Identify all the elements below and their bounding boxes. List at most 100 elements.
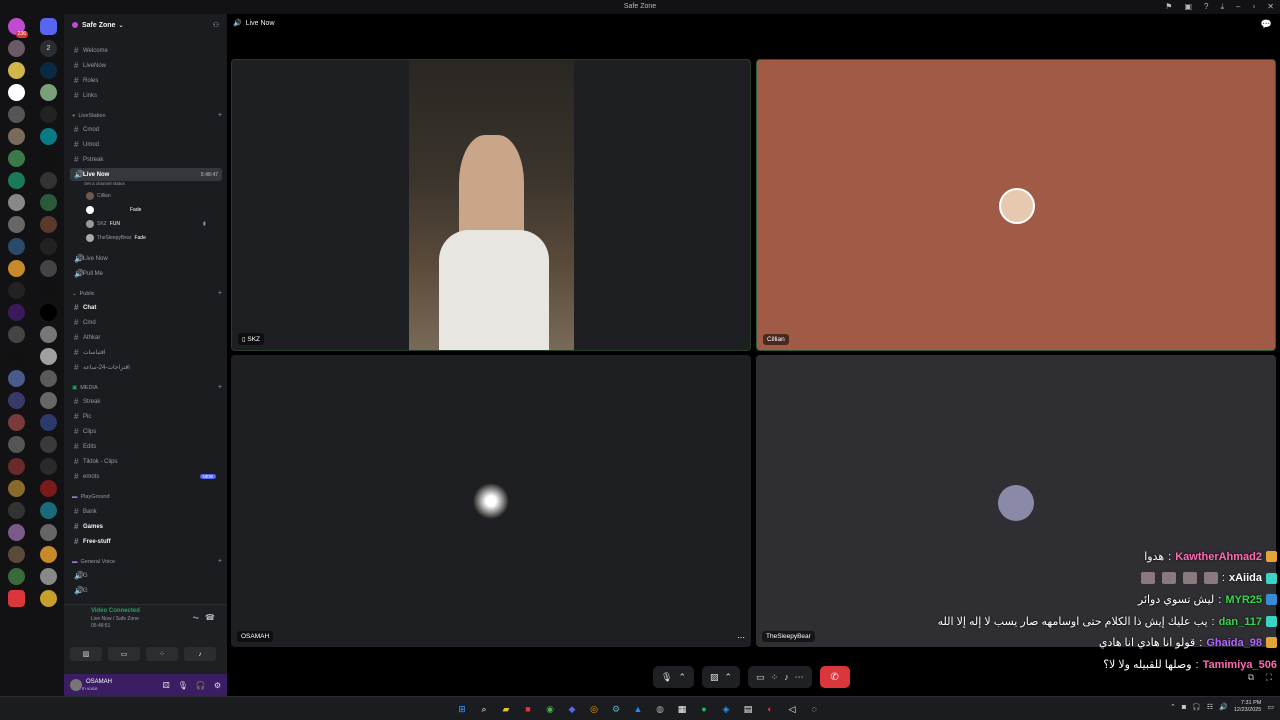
server-icon[interactable] xyxy=(40,326,57,343)
server-icon[interactable] xyxy=(40,304,57,321)
app-icon[interactable]: ▲ xyxy=(630,701,646,717)
chat-bubble-icon[interactable]: 💬 xyxy=(1261,19,1272,30)
volume-icon[interactable]: 🔊 xyxy=(1219,703,1228,711)
voice-channel-active[interactable]: 🔊 Live Now 5:48:47 xyxy=(70,168,222,181)
channel-item[interactable]: # Streak xyxy=(70,395,222,408)
server-icon[interactable] xyxy=(40,216,57,233)
screen-icon[interactable]: ▣ xyxy=(1184,2,1192,12)
server-icon[interactable] xyxy=(40,106,57,123)
fullscreen-icon[interactable]: ⛶ xyxy=(1266,672,1272,683)
server-icon[interactable] xyxy=(8,304,25,321)
voice-user[interactable]: SKZ FUN ▮ xyxy=(86,220,206,228)
server-icon[interactable] xyxy=(8,546,25,563)
server-icon[interactable]: 2 xyxy=(40,40,57,57)
server-icon[interactable] xyxy=(40,436,57,453)
channel-item[interactable]: # Pic xyxy=(70,410,222,423)
category-livestation[interactable]: ● LiveStation + xyxy=(72,112,222,119)
server-icon[interactable] xyxy=(40,502,57,519)
voice-channel[interactable]: 🔊 G xyxy=(70,584,222,597)
category-playground[interactable]: ▬ PlayGround xyxy=(72,494,222,500)
download-icon[interactable]: ⤓ xyxy=(1220,2,1224,12)
channel-item[interactable]: # Bank xyxy=(70,505,222,518)
headphones-icon[interactable]: 🎧 xyxy=(1192,703,1201,711)
server-icon[interactable] xyxy=(8,414,25,431)
server-icon[interactable] xyxy=(40,172,57,189)
server-icon[interactable] xyxy=(40,480,57,497)
activities-button[interactable]: ⁘ xyxy=(146,647,178,661)
mute-button[interactable]: 🎙 ⌃ xyxy=(653,666,694,688)
channel-item[interactable]: # Links xyxy=(70,89,222,102)
server-icon[interactable] xyxy=(8,260,25,277)
help-icon[interactable]: ? xyxy=(1204,2,1208,12)
channel-item[interactable]: # Welcome xyxy=(70,44,222,57)
search-icon[interactable]: ⌕ xyxy=(476,701,492,717)
server-icon[interactable] xyxy=(40,62,57,79)
server-icon[interactable] xyxy=(40,128,57,145)
server-icon[interactable] xyxy=(8,458,25,475)
folder-icon[interactable]: ▰ xyxy=(498,701,514,717)
disconnect-icon[interactable]: ☎ xyxy=(205,613,215,622)
noise-suppression-icon[interactable]: ⏦ xyxy=(192,613,199,623)
chrome-icon[interactable]: ◉ xyxy=(542,701,558,717)
server-icon[interactable] xyxy=(40,546,57,563)
category-public[interactable]: ⌄ Public + xyxy=(72,290,222,297)
app-icon[interactable]: ◁ xyxy=(784,701,800,717)
add-channel-icon[interactable]: + xyxy=(218,290,222,297)
add-channel-icon[interactable]: + xyxy=(218,558,222,565)
app-icon[interactable]: ▤ xyxy=(740,701,756,717)
server-icon[interactable] xyxy=(8,392,25,409)
server-icon[interactable] xyxy=(8,128,25,145)
server-icon[interactable] xyxy=(40,260,57,277)
microphone-icon[interactable]: 🎙 xyxy=(178,681,188,690)
server-icon[interactable] xyxy=(40,18,57,35)
server-icon[interactable] xyxy=(40,370,57,387)
network-icon[interactable]: ☷ xyxy=(1207,703,1213,711)
server-icon[interactable] xyxy=(8,62,25,79)
avatar[interactable] xyxy=(70,679,82,691)
camera-toggle-button[interactable]: ▨ xyxy=(70,647,102,661)
soundboard-button[interactable]: ♪ xyxy=(184,647,216,661)
close-icon[interactable]: ✕ xyxy=(1267,2,1274,12)
camera-button[interactable]: ▨ ⌃ xyxy=(701,666,741,688)
app-icon[interactable]: ■ xyxy=(520,701,536,717)
server-icon[interactable] xyxy=(40,348,57,365)
clock[interactable]: 7:31 PM 12/23/2025 xyxy=(1234,700,1262,714)
voice-user[interactable]: Cillian xyxy=(86,192,111,200)
server-icon[interactable] xyxy=(8,194,25,211)
maximize-icon[interactable]: ▫ xyxy=(1252,2,1255,12)
server-icon[interactable] xyxy=(8,502,25,519)
voice-user[interactable]: TheSleepyBear Fade xyxy=(86,234,146,242)
popout-icon[interactable]: ⧉ xyxy=(1248,672,1254,683)
server-icon[interactable] xyxy=(40,282,57,299)
server-icon[interactable] xyxy=(40,414,57,431)
voice-channel[interactable]: 🔊 G xyxy=(70,569,222,582)
voice-user[interactable]: Fade xyxy=(86,206,141,214)
channel-item[interactable]: # Pstreak xyxy=(70,153,222,166)
server-icon[interactable] xyxy=(8,348,25,365)
app-icon[interactable]: ◍ xyxy=(652,701,668,717)
channel-item[interactable]: # Edits xyxy=(70,440,222,453)
channel-item[interactable]: # Games xyxy=(70,520,222,533)
inbox-icon[interactable]: ⚑ xyxy=(1165,2,1172,12)
server-icon[interactable] xyxy=(8,84,25,101)
channel-item[interactable]: # Tiktok - Clips xyxy=(70,455,222,468)
share-controls[interactable]: ▭ ⁘ ♪ ⋯ xyxy=(748,666,812,688)
voice-channel[interactable]: 🔊 Live Now xyxy=(70,252,222,265)
channel-item[interactable]: # Roles xyxy=(70,74,222,87)
server-icon[interactable] xyxy=(40,84,57,101)
category-general-voice[interactable]: ▬ General Voice + xyxy=(72,558,222,565)
server-icon[interactable] xyxy=(8,436,25,453)
tray-app-icon[interactable]: ◙ xyxy=(1182,704,1186,711)
more-icon[interactable]: ⋯ xyxy=(737,633,745,642)
channel-item[interactable]: # emots NEW xyxy=(70,470,222,483)
app-icon[interactable]: ◌ xyxy=(806,701,822,717)
disconnect-button[interactable]: ✆ xyxy=(819,666,850,688)
server-icon[interactable] xyxy=(40,524,57,541)
app-icon[interactable]: ◐ xyxy=(762,701,778,717)
server-icon[interactable] xyxy=(40,392,57,409)
server-icon[interactable] xyxy=(40,590,57,607)
channel-item[interactable]: # اقتباسات xyxy=(70,346,222,359)
voice-channel[interactable]: 🔊 Pull Me xyxy=(70,267,222,280)
channel-item[interactable]: # Free-stuff xyxy=(70,535,222,548)
video-tile-skz[interactable]: ▯ SKZ xyxy=(231,59,751,351)
